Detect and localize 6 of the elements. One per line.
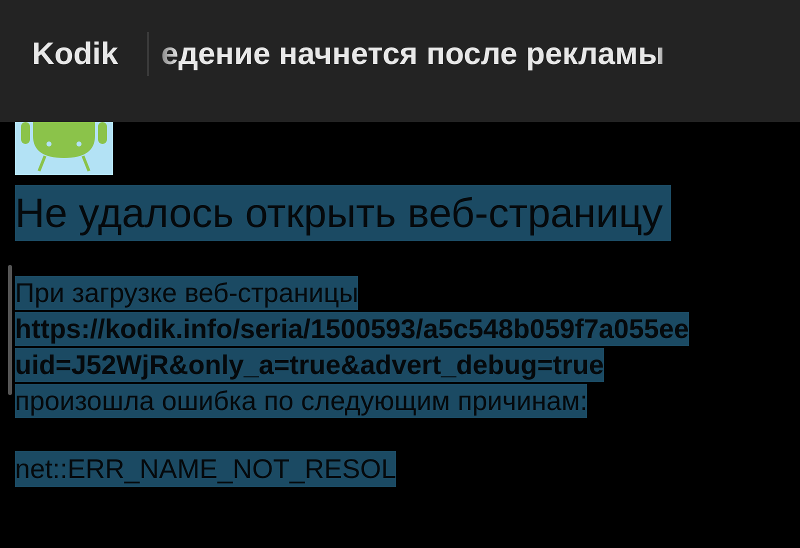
page-title: едение начнется после рекламы (160, 36, 666, 72)
error-heading: Не удалось открыть веб-страницу (15, 185, 671, 241)
app-name: Kodik (32, 36, 118, 72)
android-robot-icon (15, 122, 113, 175)
error-code: net::ERR_NAME_NOT_RESOL (15, 451, 396, 487)
error-message: При загрузке веб-страницы https://kodik.info/seria/1500593/a5c548b059f7a055ee uid=J52WjR&only_a=true&advert_debug=true произошла ошибка по следующим причинам: (15, 275, 689, 419)
